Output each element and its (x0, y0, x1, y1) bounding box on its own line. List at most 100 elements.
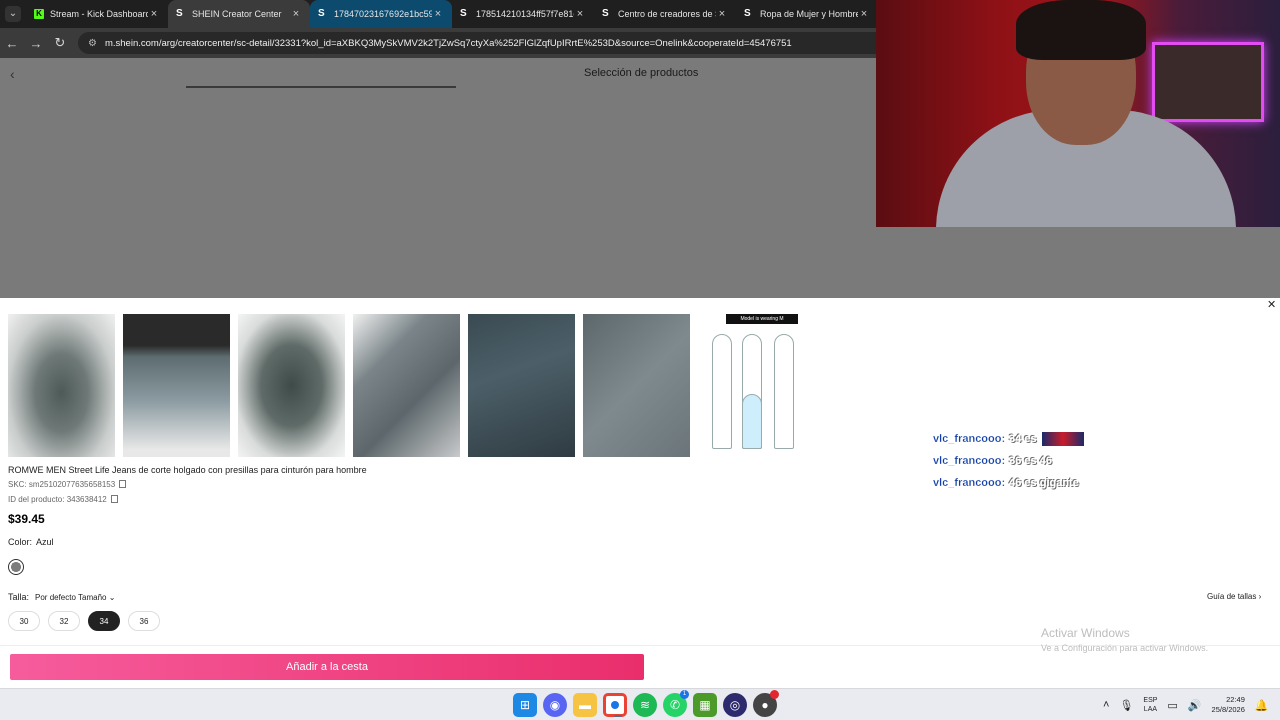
size-guide-link[interactable]: Guía de tallas › (1207, 592, 1261, 601)
size-chart-banner: Model is wearing M (726, 314, 798, 324)
color-value: Azul (36, 537, 54, 547)
tab-shein-3[interactable]: S 17847023167692e1bc599 × (310, 0, 452, 28)
size-sort-dropdown[interactable]: Por defecto Tamaño ⌄ (35, 593, 115, 602)
add-to-cart-button[interactable]: Añadir a la cesta (10, 654, 644, 680)
steam-icon[interactable]: ● (753, 690, 779, 717)
model-figure (742, 394, 762, 449)
activate-title: Activar Windows (1041, 626, 1130, 640)
product-image[interactable] (353, 314, 460, 457)
page-title: Selección de productos (584, 67, 699, 79)
spotify-icon[interactable]: ≋ (633, 693, 657, 717)
tab-centro-creadores[interactable]: S Centro de creadores de SH × (594, 0, 736, 28)
taskbar-apps: ⊞ ◉ ▬ ≋ ✆ 1 ▦ ◎ ● (513, 690, 779, 717)
close-icon[interactable]: × (574, 8, 586, 20)
size-option[interactable]: 32 (48, 611, 80, 631)
tab-ropa-mujer-hombre[interactable]: S Ropa de Mujer y Hombre, × (736, 0, 878, 28)
url-text: m.shein.com/arg/creatorcenter/sc-detail/… (104, 37, 792, 49)
page-backdrop[interactable] (0, 58, 876, 298)
chat-text: 34 es (1009, 433, 1037, 445)
shein-icon: S (318, 8, 325, 19)
tab-shein-4[interactable]: S 178514210134ff57f7e81c2 × (452, 0, 594, 28)
chevron-down-icon: ⌄ (108, 593, 116, 602)
tab-kick-dashboard[interactable]: K Stream - Kick Dashboard × (26, 0, 168, 28)
chat-user: vlc_francooo: (933, 433, 1006, 445)
streamer-hair (1016, 0, 1146, 60)
page-back-icon[interactable]: ‹ (10, 66, 15, 82)
shein-icon: S (460, 8, 467, 19)
minecraft-icon[interactable]: ▦ (693, 693, 717, 717)
size-chart-image[interactable]: Model is wearing M (698, 314, 805, 457)
size-row: Talla: Por defecto Tamaño ⌄ (8, 592, 115, 602)
volume-icon[interactable]: 🔊 (1188, 699, 1202, 712)
back-button[interactable]: ← (0, 31, 24, 55)
obs-icon[interactable]: ◎ (723, 693, 747, 717)
model-figure (774, 334, 794, 449)
streamer-webcam (876, 0, 1280, 227)
size-option-selected[interactable]: 34 (88, 611, 120, 631)
size-option[interactable]: 30 (8, 611, 40, 631)
copy-icon[interactable] (119, 480, 127, 488)
windows-start-icon[interactable]: ⊞ (513, 693, 537, 717)
stream-chat-overlay: vlc_francooo: 34 es vlc_francooo: 36 es 46… (933, 428, 1084, 494)
address-bar[interactable]: ⚙ m.shein.com/arg/creatorcenter/sc-detai… (78, 32, 938, 54)
color-swatch[interactable] (8, 559, 24, 575)
clock-date: 25/8/2026 (1211, 705, 1245, 714)
shein-icon: S (176, 8, 183, 19)
close-icon[interactable]: × (858, 8, 870, 20)
network-icon[interactable]: ▭ (1167, 699, 1177, 712)
chat-user: vlc_francooo: (933, 477, 1006, 489)
copy-icon[interactable] (110, 495, 118, 503)
notification-icon[interactable]: 🔔 (1255, 699, 1269, 712)
microphone-icon[interactable]: 🎙 (1119, 699, 1133, 712)
forward-button[interactable]: → (24, 31, 48, 55)
size-option[interactable]: 36 (128, 611, 160, 631)
wall-poster (1152, 42, 1264, 122)
site-info-icon[interactable]: ⚙ (88, 38, 97, 49)
product-image[interactable] (238, 314, 345, 457)
reload-icon: ↻ (54, 35, 66, 50)
product-image[interactable] (583, 314, 690, 457)
close-icon[interactable]: × (290, 8, 302, 20)
chat-message: vlc_francooo: 34 es (933, 428, 1084, 450)
clock[interactable]: 22:49 25/8/2026 (1212, 695, 1245, 715)
shein-icon: S (602, 8, 609, 19)
language-indicator[interactable]: ESP LAA (1143, 696, 1157, 714)
system-tray: ˄ 🎙 ESP LAA ▭ 🔊 22:49 25/8/2026 🔔 (1103, 695, 1269, 715)
page-progress-bar (186, 86, 456, 88)
size-guide-text: Guía de tallas (1207, 592, 1257, 601)
close-icon[interactable]: × (432, 8, 444, 20)
reload-button[interactable]: ↻ (48, 31, 72, 55)
product-id-text: ID del producto: 343638412 (8, 495, 107, 504)
file-explorer-icon[interactable]: ▬ (573, 693, 597, 717)
tab-shein-creator-center[interactable]: S SHEIN Creator Center × (168, 0, 310, 28)
size-options: 30 32 34 36 (8, 611, 160, 631)
size-label: Talla: (8, 592, 30, 602)
chevron-up-icon[interactable]: ˄ (1103, 699, 1109, 711)
chat-user: vlc_francooo: (933, 455, 1006, 467)
discord-icon[interactable]: ◉ (543, 693, 567, 717)
skc-text: SKC: sm25102077635658153 (8, 480, 116, 489)
page-backdrop-right[interactable] (876, 227, 1280, 298)
activate-windows-watermark: Activar Windows Ve a Configuración para … (1041, 626, 1208, 653)
whatsapp-icon[interactable]: ✆ 1 (663, 690, 689, 717)
close-icon[interactable]: × (716, 8, 728, 20)
chat-message: vlc_francooo: 36 es 46 (933, 450, 1084, 472)
tab-title: 178514210134ff57f7e81c2 (476, 9, 574, 19)
arrow-left-icon: ← (5, 35, 19, 51)
kick-icon: K (34, 9, 44, 19)
chevron-down-icon: ⌄ (5, 6, 21, 22)
clock-time: 22:49 (1226, 695, 1245, 704)
arrow-right-icon: → (29, 35, 43, 51)
close-icon[interactable]: ✕ (1267, 298, 1276, 311)
chrome-icon[interactable] (603, 693, 627, 717)
product-image[interactable] (123, 314, 230, 457)
chat-text: 36 es 46 (1009, 455, 1052, 467)
product-image[interactable] (468, 314, 575, 457)
chevron-right-icon: › (1258, 592, 1262, 601)
product-image[interactable] (8, 314, 115, 457)
tab-title: Centro de creadores de SH (618, 9, 716, 19)
tab-title: 17847023167692e1bc599 (334, 9, 432, 19)
tab-search-button[interactable]: ⌄ (0, 0, 26, 28)
close-icon[interactable]: × (148, 8, 160, 20)
product-gallery: Model is wearing M (8, 314, 805, 457)
